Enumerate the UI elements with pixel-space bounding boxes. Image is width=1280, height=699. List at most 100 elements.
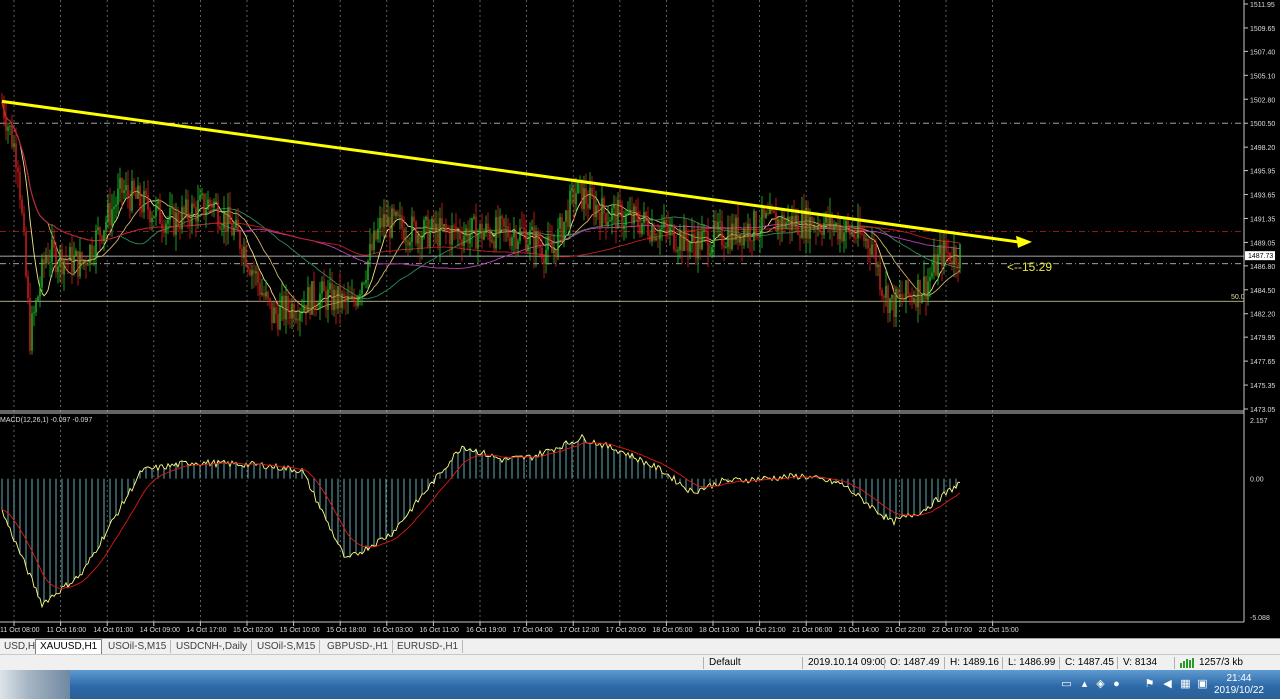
candle-body [35,300,37,313]
candle-body [497,217,499,234]
traffic-stats: 1257/3 kb [1199,657,1243,668]
candle-body [163,228,165,233]
candle-body [341,293,343,308]
candle-body [271,302,273,324]
candle-body [957,265,959,269]
candle-body [215,201,217,203]
candle-body [665,220,667,228]
bar-datetime: 2019.10.14 09:00 [808,657,886,668]
candle-body [47,254,49,263]
fib-50-label: 50.0 [1231,294,1245,301]
candle-body [779,219,781,230]
candle-body [707,231,709,255]
candle-body [435,223,437,233]
candle-body [77,251,79,277]
candle-body [273,307,275,324]
candle-body [259,282,261,295]
chart-tab[interactable]: USDCNH-,Daily [172,640,253,653]
candle-body [801,210,803,238]
start-button[interactable] [0,670,70,699]
tray-arrow-icon[interactable]: ▴ [1078,678,1091,690]
candle-body [93,258,95,260]
macd-label: MACD(12,26,1) -0.097 -0.097 [0,417,92,424]
chart-tab[interactable]: USOil-S,M15 [104,640,172,653]
candle-body [285,295,287,320]
chart-tab-bar: USD,H1 XAUUSD,H1 USOil-S,M15 USDCNH-,Dai… [0,638,1280,655]
candle-body [333,289,335,311]
flag-icon[interactable]: ⚑ [1143,678,1156,690]
candle-body [885,285,887,298]
candle-body [19,172,21,200]
candle-body [753,211,755,242]
candle-body [955,247,957,266]
candle-body [455,226,457,233]
network-icon[interactable]: ▦ [1179,678,1192,690]
price-chart[interactable]: 50.0 <--15:29 MACD(12,26,1) -0.097 -0.097… [0,0,1280,638]
price-label: 1493.65 [1250,193,1275,200]
candle-body [321,281,323,294]
keyboard-icon[interactable]: ▭ [1060,678,1073,690]
candle-body [499,216,501,234]
profile-name[interactable]: Default [709,657,741,668]
chart-tab[interactable]: USOil-S,M15 [253,640,321,653]
candle-body [425,216,427,221]
time-label: 18 Oct 21:00 [746,627,786,634]
candle-body [453,225,455,227]
system-clock[interactable]: 21:44 2019/10/22 [1214,673,1264,697]
candle-body [397,211,399,217]
candle-body [927,281,929,300]
chart-tab-active[interactable]: XAUUSD,H1 [35,639,103,654]
candle-body [635,206,637,212]
candle-body [795,215,797,227]
candle-body [487,223,489,232]
time-label: 16 Oct 19:00 [466,627,506,634]
candle-body [895,288,897,317]
candle-body [485,223,487,233]
candle-body [165,223,167,233]
shield-icon[interactable]: ◈ [1094,678,1107,690]
chat-icon[interactable]: ● [1110,678,1123,690]
candle-body [241,248,243,258]
candle-body [843,232,845,242]
candle-body [511,237,513,246]
macd-scale-label: -5.088 [1250,615,1270,622]
candle-body [413,216,415,222]
candle-body [821,231,823,235]
price-label: 1479.95 [1250,335,1275,342]
candle-body [31,313,33,351]
candle-body [167,219,169,224]
candle-body [29,298,31,351]
candle-body [811,216,813,229]
candle-body [871,244,873,255]
candle-body [603,198,605,214]
candle-body [277,314,279,330]
candle-body [479,223,481,234]
candle-body [147,194,149,210]
traffic-icon [1180,658,1196,668]
candle-body [11,125,13,148]
clock-date: 2019/10/22 [1213,685,1264,696]
candle-body [267,291,269,299]
candle-body [613,204,615,209]
candle-body [129,196,131,211]
candle-body [279,305,281,330]
candle-body [835,223,837,227]
price-label: 1486.80 [1250,264,1275,271]
candle-body [897,288,899,298]
speaker-icon[interactable]: ◀ [1161,678,1174,690]
notification-icon[interactable]: ▣ [1196,678,1209,690]
candle-body [447,229,449,231]
candle-body [869,248,871,255]
candle-body [253,270,255,274]
candle-body [567,210,569,227]
candle-body [339,286,341,308]
candle-body [75,251,77,257]
candle-body [605,213,607,226]
candle-body [431,218,433,230]
chart-tab[interactable]: EURUSD-,H1 [393,640,464,653]
candle-body [775,212,777,232]
candle-body [229,207,231,224]
chart-tab[interactable]: GBPUSD-,H1 [323,640,394,653]
candle-body [317,308,319,310]
candle-body [547,236,549,250]
